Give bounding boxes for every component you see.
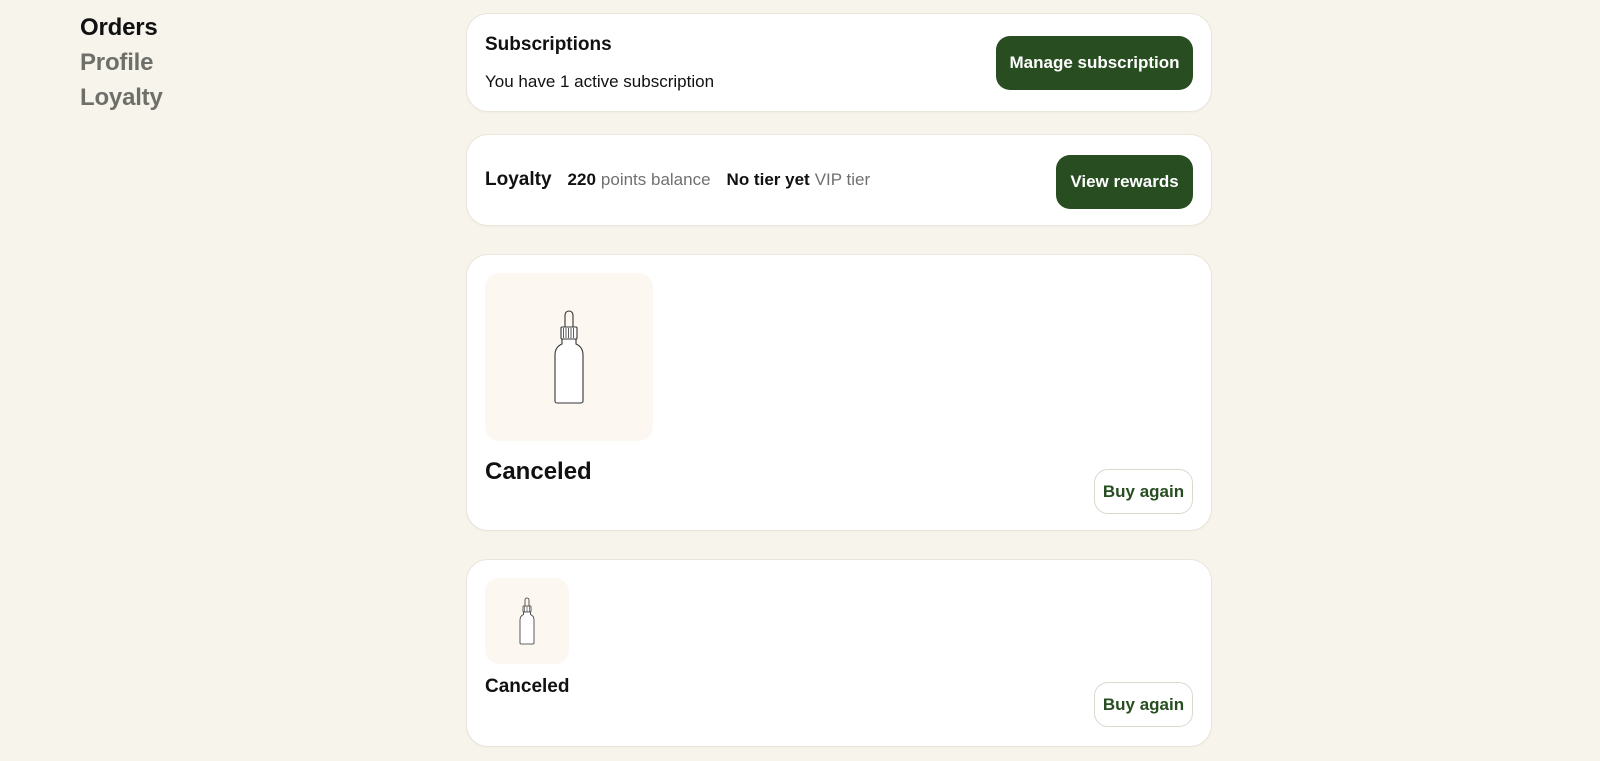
order-status: Canceled (485, 458, 592, 485)
nav-item-profile[interactable]: Profile (80, 45, 163, 80)
nav-item-loyalty[interactable]: Loyalty (80, 80, 163, 115)
loyalty-card: Loyalty 220 points balance No tier yet V… (466, 134, 1212, 226)
product-thumbnail[interactable] (485, 273, 653, 441)
buy-again-button[interactable]: Buy again (1094, 469, 1193, 514)
manage-subscription-button[interactable]: Manage subscription (996, 36, 1193, 90)
subscriptions-title: Subscriptions (485, 34, 612, 55)
dropper-bottle-icon (519, 597, 535, 645)
order-card: Canceled Buy again (466, 559, 1212, 747)
buy-again-button[interactable]: Buy again (1094, 682, 1193, 727)
nav-item-orders[interactable]: Orders (80, 10, 163, 45)
loyalty-summary: Loyalty 220 points balance No tier yet V… (485, 169, 886, 191)
subscriptions-card: Subscriptions You have 1 active subscrip… (466, 13, 1212, 112)
loyalty-title: Loyalty (485, 169, 552, 190)
points-value: 220 (567, 170, 596, 189)
account-nav: Orders Profile Loyalty (80, 10, 163, 115)
view-rewards-button[interactable]: View rewards (1056, 155, 1193, 209)
product-thumbnail[interactable] (485, 578, 569, 664)
subscriptions-status: You have 1 active subscription (485, 72, 715, 91)
tier-value: No tier yet (726, 170, 810, 189)
order-status: Canceled (485, 676, 570, 697)
order-card: Canceled Buy again (466, 254, 1212, 531)
tier-label: VIP tier (814, 170, 871, 189)
dropper-bottle-icon (554, 310, 584, 404)
points-label: points balance (600, 170, 711, 189)
